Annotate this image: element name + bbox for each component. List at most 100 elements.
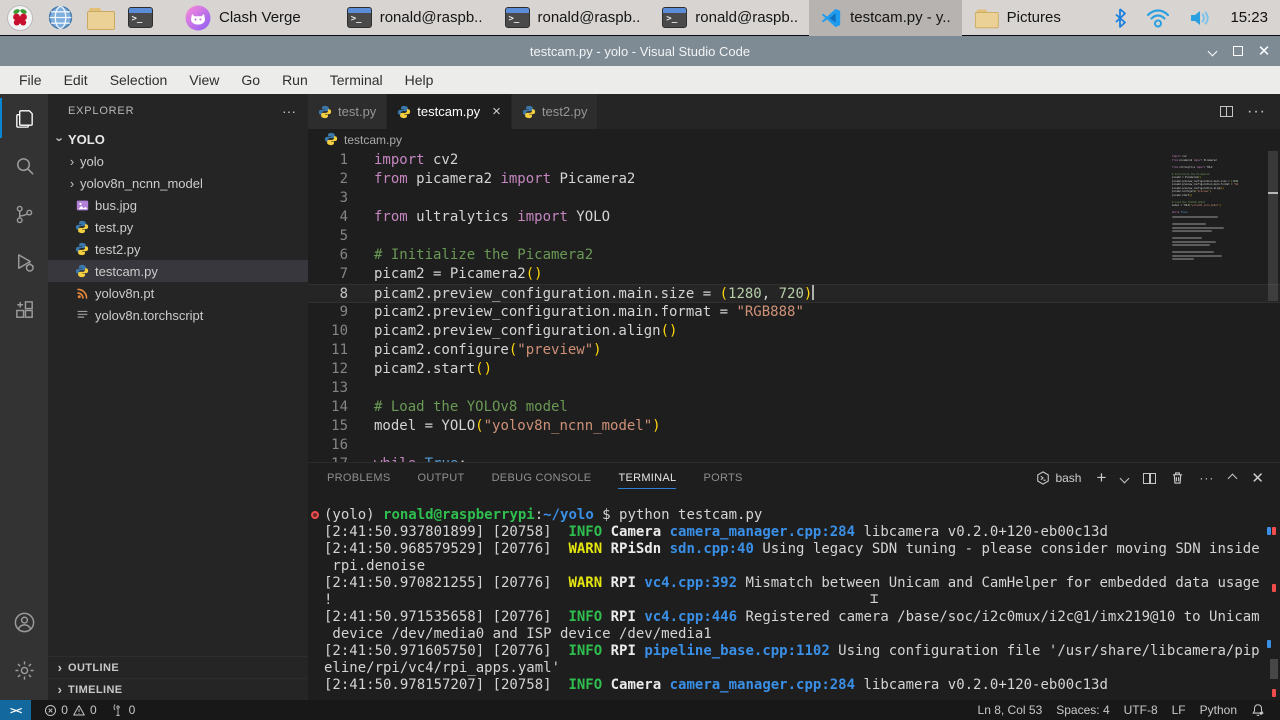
run-debug-icon[interactable] — [0, 238, 48, 286]
language-mode[interactable]: Python — [1193, 700, 1244, 720]
kill-terminal-icon[interactable] — [1171, 471, 1184, 485]
account-icon[interactable] — [0, 598, 48, 646]
taskbar-windows: ronald@raspb..ronald@raspb..ronald@raspb… — [336, 0, 1072, 36]
indentation[interactable]: Spaces: 4 — [1049, 700, 1116, 720]
tab-test2.py[interactable]: test2.py — [512, 94, 599, 129]
tree-item-test2.py[interactable]: test2.py — [48, 238, 308, 260]
maximize-panel-icon[interactable] — [1229, 475, 1236, 482]
panel-tab-ports[interactable]: PORTS — [703, 463, 742, 493]
text-segment: cv2 — [425, 152, 459, 168]
ports-status[interactable]: 0 — [104, 700, 143, 720]
ports-count: 0 — [129, 703, 136, 717]
raspberry-menu-icon[interactable] — [0, 0, 40, 36]
text-segment: RPiSdn — [611, 541, 670, 557]
menu-selection[interactable]: Selection — [99, 66, 179, 94]
file-manager-icon[interactable] — [80, 0, 120, 36]
new-terminal-icon[interactable]: + — [1096, 468, 1106, 488]
scrollbar-thumb[interactable] — [1268, 151, 1278, 301]
menu-edit[interactable]: Edit — [53, 66, 99, 94]
shell-label: bash — [1055, 471, 1081, 485]
tree-item-yolo[interactable]: ›yolo — [48, 150, 308, 172]
window-title: testcam.py - yolo - Visual Studio Code — [530, 44, 750, 59]
taskbar-window-0[interactable]: ronald@raspb.. — [336, 0, 494, 36]
remote-indicator[interactable]: >< — [0, 700, 31, 720]
clash-verge-tray[interactable]: Clash Verge — [174, 0, 312, 36]
text-segment: model = YOLO — [374, 418, 475, 434]
menu-help[interactable]: Help — [394, 66, 445, 94]
tree-item-yolov8n.pt[interactable]: yolov8n.pt — [48, 282, 308, 304]
bluetooth-icon[interactable] — [1112, 8, 1128, 28]
panel-more-icon[interactable]: ··· — [1199, 471, 1214, 485]
taskbar-window-3[interactable]: testcam.py - y.. — [809, 0, 962, 36]
maximize-button[interactable] — [1232, 45, 1244, 57]
taskbar-window-2[interactable]: ronald@raspb.. — [651, 0, 809, 36]
menu-file[interactable]: File — [8, 66, 53, 94]
breadcrumb[interactable]: testcam.py — [308, 129, 1280, 151]
section-outline[interactable]: ›OUTLINE — [48, 656, 308, 678]
text-segment: camera_manager.cpp:284 — [670, 524, 855, 540]
clock[interactable]: 15:23 — [1230, 9, 1268, 26]
tab-close-icon[interactable]: × — [492, 103, 501, 120]
problems-status[interactable]: 0 0 — [37, 700, 103, 720]
sidebar-more-actions-icon[interactable]: ··· — [282, 103, 296, 119]
tab-testcam.py[interactable]: testcam.py × — [387, 94, 512, 129]
command-failed-icon — [311, 511, 319, 519]
explorer-icon[interactable] — [0, 94, 48, 142]
text-segment: import — [1196, 166, 1205, 169]
notifications-bell-icon[interactable] — [1244, 700, 1272, 720]
text-segment: RPI — [611, 609, 645, 625]
cursor-position[interactable]: Ln 8, Col 53 — [971, 700, 1050, 720]
minimize-button[interactable] — [1206, 45, 1218, 57]
encoding[interactable]: UTF-8 — [1117, 700, 1165, 720]
editor-tabbar: test.py testcam.py × test2.py ··· — [308, 94, 1280, 129]
split-editor-icon[interactable] — [1220, 106, 1233, 117]
search-icon[interactable] — [0, 142, 48, 190]
tree-item-yolov8n.torchscript[interactable]: yolov8n.torchscript — [48, 304, 308, 326]
panel-tab-output[interactable]: OUTPUT — [418, 463, 465, 493]
text-segment: [2:41:50.971535658] [20776] — [324, 609, 568, 625]
minimap-line: while True: — [1172, 211, 1238, 215]
settings-gear-icon[interactable] — [0, 646, 48, 694]
close-panel-icon[interactable]: ✕ — [1251, 469, 1264, 487]
terminal-scrollbar-thumb[interactable] — [1270, 659, 1278, 679]
tree-item-bus.jpg[interactable]: bus.jpg — [48, 194, 308, 216]
editor-more-icon[interactable]: ··· — [1247, 103, 1266, 121]
volume-icon[interactable] — [1188, 8, 1212, 28]
panel-tab-debug-console[interactable]: DEBUG CONSOLE — [492, 463, 592, 493]
eol-sequence[interactable]: LF — [1165, 700, 1193, 720]
panel-tab-problems[interactable]: PROBLEMS — [327, 463, 391, 493]
menu-terminal[interactable]: Terminal — [319, 66, 394, 94]
tree-root-yolo[interactable]: › YOLO — [48, 128, 308, 150]
folder-icon — [975, 9, 997, 26]
code-editor[interactable]: 1import cv22from picamera2 import Picame… — [308, 151, 1280, 462]
browser-globe-icon[interactable] — [40, 0, 80, 36]
panel-tab-terminal[interactable]: TERMINAL — [618, 463, 676, 493]
tree-item-testcam.py[interactable]: testcam.py — [48, 260, 308, 282]
text-segment: picam2.preview_configuration.main.size = — [374, 286, 720, 302]
split-terminal-icon[interactable] — [1143, 473, 1156, 484]
tree-item-yolov8n_ncnn_model[interactable]: ›yolov8n_ncnn_model — [48, 172, 308, 194]
terminal-output[interactable]: (yolo) ronald@raspberrypi:~/yolo $ pytho… — [308, 493, 1280, 701]
editor-scrollbar[interactable] — [1266, 151, 1280, 462]
minimap[interactable]: import cv2from picamera2 import Picamera… — [1172, 155, 1238, 262]
tab-test.py[interactable]: test.py — [308, 94, 387, 129]
source-control-icon[interactable] — [0, 190, 48, 238]
text-segment: Camera — [611, 524, 670, 540]
menu-run[interactable]: Run — [271, 66, 319, 94]
menu-view[interactable]: View — [178, 66, 230, 94]
section-timeline[interactable]: ›TIMELINE — [48, 678, 308, 700]
taskbar-window-4[interactable]: Pictures — [962, 0, 1072, 36]
taskbar-window-1[interactable]: ronald@raspb.. — [494, 0, 652, 36]
line-number: 5 — [308, 227, 348, 246]
terminal-launcher-icon[interactable] — [120, 0, 160, 36]
terminal-dropdown-icon[interactable] — [1121, 475, 1128, 482]
close-button[interactable]: ✕ — [1258, 45, 1270, 57]
shell-selector[interactable]: bash — [1036, 471, 1081, 485]
extensions-icon[interactable] — [0, 286, 48, 334]
minimap-line — [1172, 251, 1214, 253]
menu-go[interactable]: Go — [230, 66, 271, 94]
terminal-line: [2:41:50.978157207] [20758] INFO Camera … — [324, 677, 1280, 694]
tree-item-test.py[interactable]: test.py — [48, 216, 308, 238]
tab-label: testcam.py — [417, 104, 480, 119]
wifi-icon[interactable] — [1146, 8, 1170, 28]
